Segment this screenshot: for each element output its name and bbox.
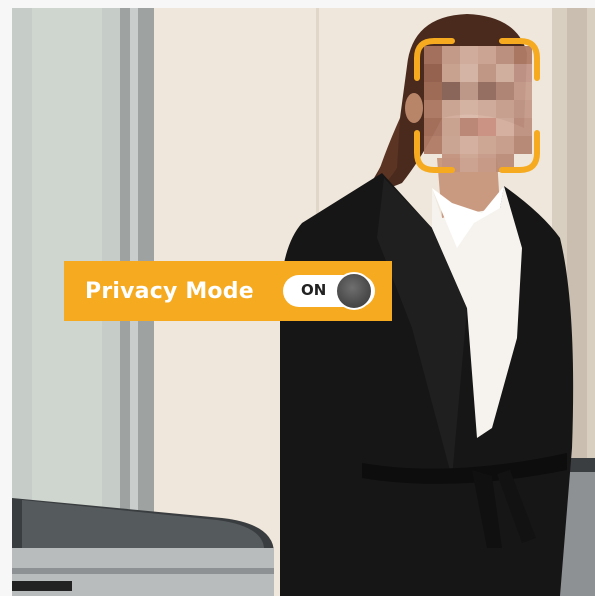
- pixelated-face: [424, 46, 532, 172]
- turnstile-band: [12, 568, 274, 574]
- turnstile-slot: [12, 581, 72, 591]
- privacy-mode-label: Privacy Mode: [85, 278, 254, 304]
- privacy-camera-view: Privacy Mode ON: [12, 8, 595, 596]
- privacy-mode-banner: Privacy Mode ON: [64, 261, 392, 321]
- toggle-knob[interactable]: [335, 272, 373, 310]
- toggle-state-label: ON: [301, 281, 327, 299]
- privacy-mode-toggle[interactable]: ON: [283, 272, 375, 310]
- ear: [405, 93, 423, 123]
